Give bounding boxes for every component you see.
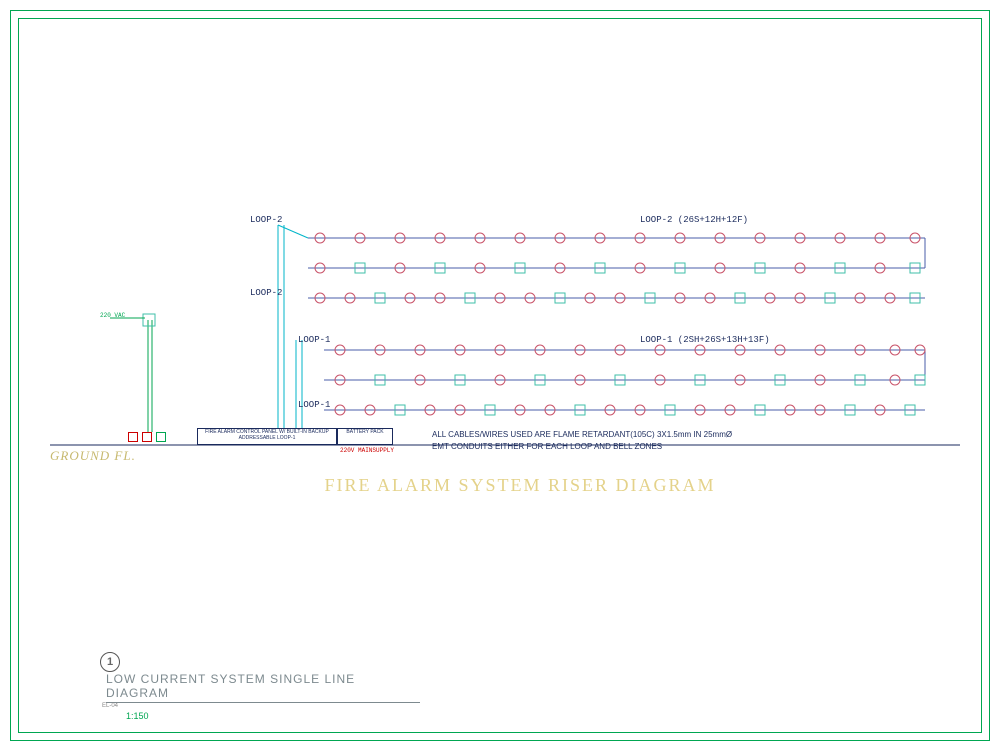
view-scale: 1:150 <box>126 711 420 721</box>
label-loop1-desc: LOOP-1 (2SH+26S+13H+13F) <box>640 335 770 345</box>
view-number: 1 <box>100 652 120 672</box>
note-conduits: EMT CONDUITS EITHER FOR EACH LOOP AND BE… <box>432 442 662 451</box>
panel-battery: BATTERY PACK <box>337 428 393 445</box>
riser-diagram-svg <box>0 0 1000 751</box>
view-title: LOW CURRENT SYSTEM SINGLE LINE DIAGRAM <box>106 672 420 703</box>
label-supply: 220V MAINSUPPLY <box>340 447 394 454</box>
label-loop2-desc: LOOP-2 (26S+12H+12F) <box>640 215 748 225</box>
device-mcp-icon <box>128 432 138 442</box>
label-loop2: LOOP-2 <box>250 215 282 225</box>
label-left-vac: 220 VAC <box>100 312 125 319</box>
device-module-icon <box>156 432 166 442</box>
panel-facp: FIRE ALARM CONTROL PANEL W/ BUILT-IN BAC… <box>197 428 337 445</box>
panel-facp-sub: ADDRESSABLE LOOP-1 <box>239 435 296 441</box>
label-loop2-bottom: LOOP-2 <box>250 288 282 298</box>
view-sheet-ref: EL-04 <box>102 703 420 709</box>
diagram-title: FIRE ALARM SYSTEM RISER DIAGRAM <box>300 475 740 496</box>
label-loop1-bottom: LOOP-1 <box>298 400 330 410</box>
note-cables: ALL CABLES/WIRES USED ARE FLAME RETARDAN… <box>432 430 732 439</box>
label-loop1: LOOP-1 <box>298 335 330 345</box>
label-ground-floor: GROUND FL. <box>50 448 136 464</box>
drawing-sheet: LOOP-2 LOOP-2 (26S+12H+12F) LOOP-2 LOOP-… <box>0 0 1000 751</box>
view-title-block: 1 LOW CURRENT SYSTEM SINGLE LINE DIAGRAM… <box>100 652 420 721</box>
device-bell-icon <box>142 432 152 442</box>
